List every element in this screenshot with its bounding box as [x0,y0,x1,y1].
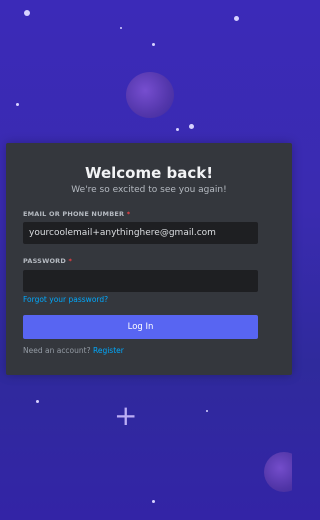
password-label-text: PASSWORD [23,257,66,265]
star-decoration [234,16,239,21]
password-field[interactable] [23,270,258,292]
star-decoration [36,400,39,403]
star-decoration [152,500,155,503]
register-link[interactable]: Register [93,346,124,355]
page-title: Welcome back! [84,164,214,182]
star-decoration [176,128,179,131]
required-marker: * [126,210,131,218]
email-label-text: EMAIL OR PHONE NUMBER [23,210,125,218]
star-decoration [189,124,194,129]
star-decoration [24,10,30,16]
email-label: EMAIL OR PHONE NUMBER * [23,210,130,218]
forgot-password-link[interactable]: Forgot your password? [23,295,108,304]
email-field[interactable] [23,222,258,244]
login-card: Welcome back! We're so excited to see yo… [6,143,292,375]
need-account-text: Need an account? [23,346,91,355]
login-button[interactable]: Log In [23,315,258,339]
required-marker: * [68,257,73,265]
page-subtitle: We're so excited to see you again! [71,185,227,195]
star-decoration [206,410,208,412]
star-decoration [120,27,122,29]
planet-decoration [264,452,292,492]
star-decoration [16,103,19,106]
star-decoration [152,43,155,46]
password-label: PASSWORD * [23,257,72,265]
register-prompt: Need an account? Register [23,346,124,355]
planet-decoration [126,72,174,118]
sparkle-icon: + [114,399,138,432]
